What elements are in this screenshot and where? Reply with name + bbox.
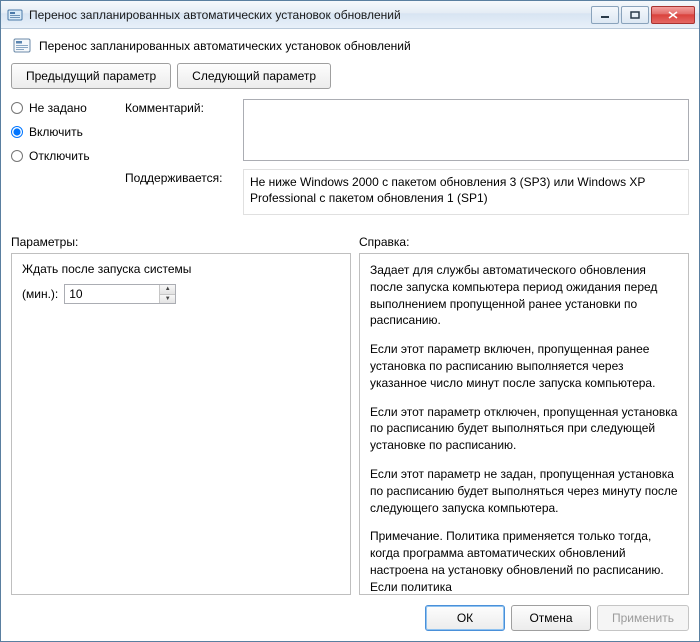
next-setting-button[interactable]: Следующий параметр <box>177 63 331 89</box>
radio-enabled[interactable]: Включить <box>11 125 111 139</box>
minutes-input[interactable] <box>65 285 159 303</box>
comment-row: Комментарий: <box>125 99 689 161</box>
dialog-window: Перенос запланированных автоматических у… <box>0 0 700 642</box>
spin-up-button[interactable]: ▲ <box>160 285 175 295</box>
supported-label: Поддерживается: <box>125 169 235 215</box>
footer: ОК Отмена Применить <box>11 595 689 631</box>
minutes-row: (мин.): ▲ ▼ <box>22 284 340 304</box>
previous-setting-button[interactable]: Предыдущий параметр <box>11 63 171 89</box>
comment-input[interactable] <box>243 99 689 161</box>
radio-disabled-label: Отключить <box>29 149 90 163</box>
comment-label: Комментарий: <box>125 99 235 161</box>
header-row: Перенос запланированных автоматических у… <box>13 37 689 55</box>
spin-buttons: ▲ ▼ <box>159 285 175 303</box>
radio-not-configured-input[interactable] <box>11 102 23 114</box>
help-p3: Если этот параметр отключен, пропущенная… <box>370 404 678 454</box>
maximize-button[interactable] <box>621 6 649 24</box>
minutes-label: (мин.): <box>22 287 58 301</box>
minimize-button[interactable] <box>591 6 619 24</box>
help-p5: Примечание. Политика применяется только … <box>370 528 678 595</box>
wait-label: Ждать после запуска системы <box>22 262 340 276</box>
help-p2: Если этот параметр включен, пропущенная … <box>370 341 678 391</box>
panels: Ждать после запуска системы (мин.): ▲ ▼ … <box>11 253 689 595</box>
radio-disabled-input[interactable] <box>11 150 23 162</box>
cancel-button[interactable]: Отмена <box>511 605 591 631</box>
state-column: Не задано Включить Отключить <box>11 99 111 215</box>
minutes-spinner: ▲ ▼ <box>64 284 176 304</box>
radio-not-configured[interactable]: Не задано <box>11 101 111 115</box>
apply-button[interactable]: Применить <box>597 605 689 631</box>
top-section: Не задано Включить Отключить Комментарий… <box>11 99 689 215</box>
help-panel: Задает для службы автоматического обновл… <box>359 253 689 595</box>
titlebar: Перенос запланированных автоматических у… <box>1 1 699 29</box>
spin-down-button[interactable]: ▼ <box>160 295 175 304</box>
fields-column: Комментарий: Поддерживается: Не ниже Win… <box>125 99 689 215</box>
radio-not-configured-label: Не задано <box>29 101 87 115</box>
ok-button[interactable]: ОК <box>425 605 505 631</box>
content-area: Перенос запланированных автоматических у… <box>1 29 699 641</box>
window-controls <box>591 6 695 24</box>
supported-row: Поддерживается: Не ниже Windows 2000 с п… <box>125 169 689 215</box>
header-title: Перенос запланированных автоматических у… <box>39 39 411 53</box>
supported-text: Не ниже Windows 2000 с пакетом обновлени… <box>243 169 689 215</box>
nav-buttons: Предыдущий параметр Следующий параметр <box>11 63 689 89</box>
help-section-label: Справка: <box>359 235 689 249</box>
radio-enabled-input[interactable] <box>11 126 23 138</box>
help-p4: Если этот параметр не задан, пропущенная… <box>370 466 678 516</box>
radio-enabled-label: Включить <box>29 125 83 139</box>
options-panel: Ждать после запуска системы (мин.): ▲ ▼ <box>11 253 351 595</box>
help-p1: Задает для службы автоматического обновл… <box>370 262 678 329</box>
close-button[interactable] <box>651 6 695 24</box>
window-title: Перенос запланированных автоматических у… <box>29 8 591 22</box>
app-icon <box>7 7 23 23</box>
policy-icon <box>13 37 31 55</box>
options-section-label: Параметры: <box>11 235 359 249</box>
section-labels: Параметры: Справка: <box>11 235 689 249</box>
radio-disabled[interactable]: Отключить <box>11 149 111 163</box>
